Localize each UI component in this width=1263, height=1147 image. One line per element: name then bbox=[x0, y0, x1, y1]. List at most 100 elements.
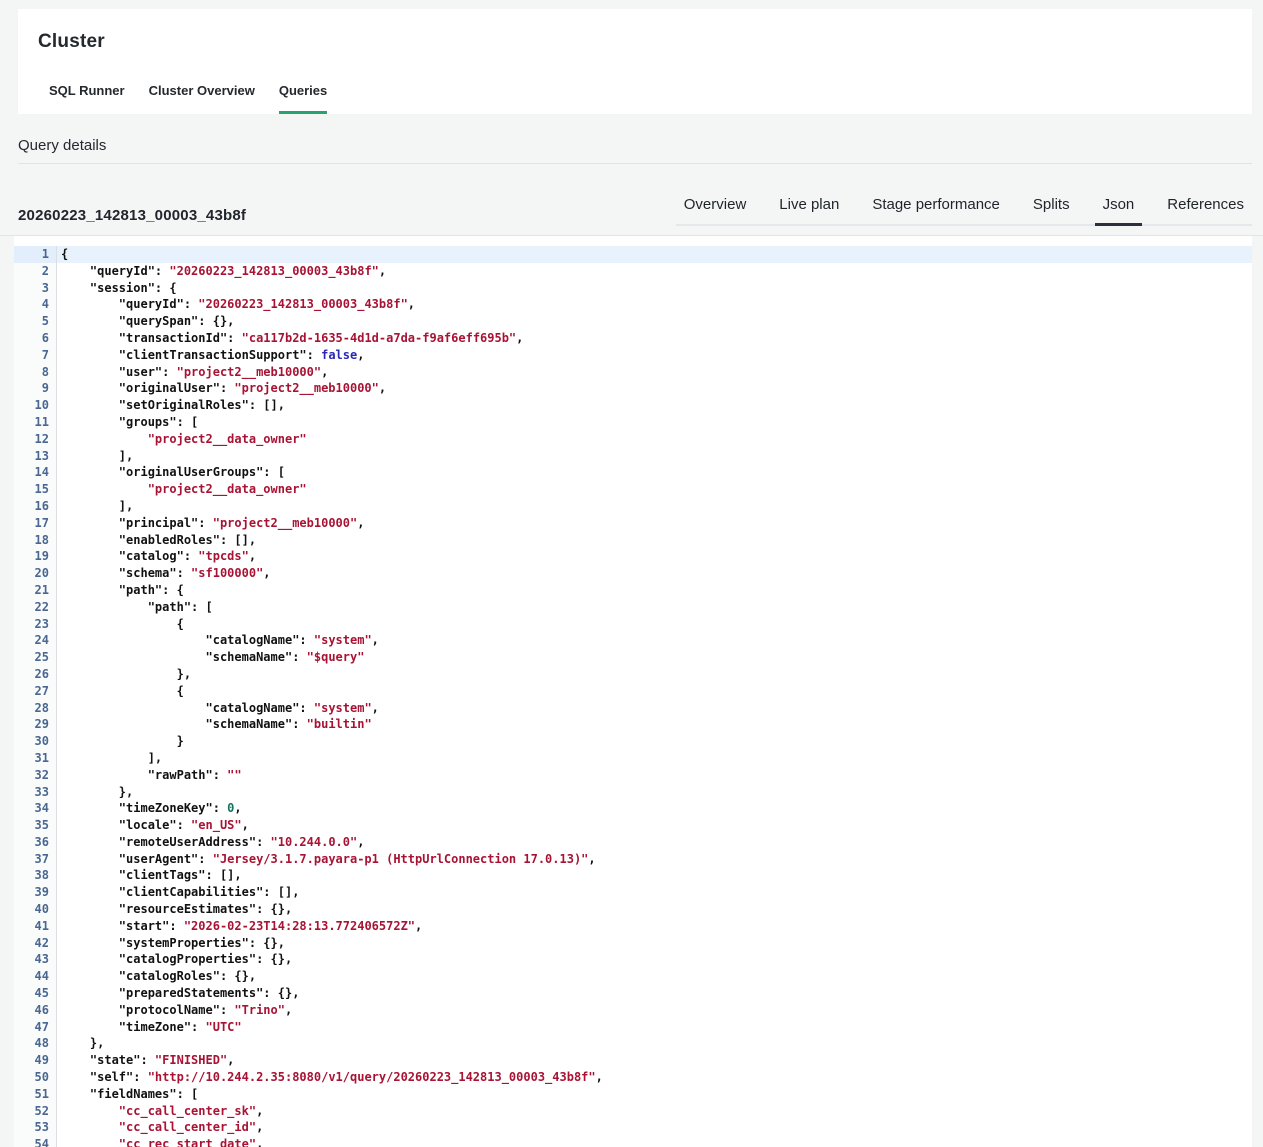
code-line: 45 "preparedStatements": {}, bbox=[14, 985, 1252, 1002]
line-number: 15 bbox=[14, 481, 57, 498]
line-content: "protocolName": "Trino", bbox=[57, 1002, 292, 1019]
line-content: "groups": [ bbox=[57, 414, 198, 431]
tab-references[interactable]: References bbox=[1159, 196, 1252, 226]
line-number: 54 bbox=[14, 1136, 57, 1147]
line-number: 30 bbox=[14, 733, 57, 750]
code-line: 20 "schema": "sf100000", bbox=[14, 565, 1252, 582]
line-number: 20 bbox=[14, 565, 57, 582]
code-line: 40 "resourceEstimates": {}, bbox=[14, 901, 1252, 918]
code-line: 35 "locale": "en_US", bbox=[14, 817, 1252, 834]
line-content: "catalogProperties": {}, bbox=[57, 951, 292, 968]
code-line: 17 "principal": "project2__meb10000", bbox=[14, 515, 1252, 532]
tab-live-plan[interactable]: Live plan bbox=[771, 196, 847, 226]
code-line: 9 "originalUser": "project2__meb10000", bbox=[14, 380, 1252, 397]
line-content: "originalUser": "project2__meb10000", bbox=[57, 380, 386, 397]
code-line: 39 "clientCapabilities": [], bbox=[14, 884, 1252, 901]
line-number: 11 bbox=[14, 414, 57, 431]
line-number: 48 bbox=[14, 1035, 57, 1052]
line-content: "clientTags": [], bbox=[57, 867, 242, 884]
line-content: ], bbox=[57, 750, 162, 767]
line-number: 8 bbox=[14, 364, 57, 381]
code-line: 18 "enabledRoles": [], bbox=[14, 532, 1252, 549]
line-number: 7 bbox=[14, 347, 57, 364]
line-number: 26 bbox=[14, 666, 57, 683]
code-line: 22 "path": [ bbox=[14, 599, 1252, 616]
line-content: "schema": "sf100000", bbox=[57, 565, 271, 582]
line-number: 14 bbox=[14, 464, 57, 481]
line-number: 22 bbox=[14, 599, 57, 616]
tab-sql-runner[interactable]: SQL Runner bbox=[49, 83, 125, 114]
line-content: "querySpan": {}, bbox=[57, 313, 234, 330]
line-content: "path": { bbox=[57, 582, 184, 599]
line-number: 9 bbox=[14, 380, 57, 397]
tab-stage-performance[interactable]: Stage performance bbox=[864, 196, 1008, 226]
code-line: 15 "project2__data_owner" bbox=[14, 481, 1252, 498]
code-line: 54 "cc_rec_start_date", bbox=[14, 1136, 1252, 1147]
line-content: "locale": "en_US", bbox=[57, 817, 249, 834]
line-content: "user": "project2__meb10000", bbox=[57, 364, 328, 381]
line-content: }, bbox=[57, 1035, 104, 1052]
code-line: 12 "project2__data_owner" bbox=[14, 431, 1252, 448]
code-line: 21 "path": { bbox=[14, 582, 1252, 599]
code-line: 25 "schemaName": "$query" bbox=[14, 649, 1252, 666]
header-tabs: SQL Runner Cluster Overview Queries bbox=[49, 83, 327, 114]
line-number: 52 bbox=[14, 1103, 57, 1120]
line-content: "queryId": "20260223_142813_00003_43b8f"… bbox=[57, 263, 386, 280]
line-content: "preparedStatements": {}, bbox=[57, 985, 299, 1002]
code-line: 16 ], bbox=[14, 498, 1252, 515]
line-number: 50 bbox=[14, 1069, 57, 1086]
tab-queries[interactable]: Queries bbox=[279, 83, 327, 114]
code-line: 31 ], bbox=[14, 750, 1252, 767]
line-number: 2 bbox=[14, 263, 57, 280]
line-number: 42 bbox=[14, 935, 57, 952]
code-line: 11 "groups": [ bbox=[14, 414, 1252, 431]
tab-cluster-overview[interactable]: Cluster Overview bbox=[149, 83, 255, 114]
line-content: "userAgent": "Jersey/3.1.7.payara-p1 (Ht… bbox=[57, 851, 596, 868]
code-line: 26 }, bbox=[14, 666, 1252, 683]
code-line: 38 "clientTags": [], bbox=[14, 867, 1252, 884]
line-number: 45 bbox=[14, 985, 57, 1002]
query-tabs: Overview Live plan Stage performance Spl… bbox=[676, 196, 1252, 226]
code-line: 36 "remoteUserAddress": "10.244.0.0", bbox=[14, 834, 1252, 851]
line-number: 39 bbox=[14, 884, 57, 901]
line-number: 5 bbox=[14, 313, 57, 330]
line-number: 16 bbox=[14, 498, 57, 515]
code-line: 41 "start": "2026-02-23T14:28:13.7724065… bbox=[14, 918, 1252, 935]
line-number: 23 bbox=[14, 616, 57, 633]
line-content: } bbox=[57, 733, 184, 750]
page-title: Query details bbox=[18, 137, 106, 154]
line-content: "project2__data_owner" bbox=[57, 431, 307, 448]
line-number: 27 bbox=[14, 683, 57, 700]
code-editor[interactable]: 1{2 "queryId": "20260223_142813_00003_43… bbox=[14, 236, 1252, 1147]
line-content: "state": "FINISHED", bbox=[57, 1052, 234, 1069]
line-number: 44 bbox=[14, 968, 57, 985]
line-number: 17 bbox=[14, 515, 57, 532]
line-number: 29 bbox=[14, 716, 57, 733]
code-line: 28 "catalogName": "system", bbox=[14, 700, 1252, 717]
code-line: 37 "userAgent": "Jersey/3.1.7.payara-p1 … bbox=[14, 851, 1252, 868]
tab-overview[interactable]: Overview bbox=[676, 196, 755, 226]
line-number: 25 bbox=[14, 649, 57, 666]
line-number: 3 bbox=[14, 280, 57, 297]
query-id-title: 20260223_142813_00003_43b8f bbox=[18, 207, 246, 224]
code-line: 5 "querySpan": {}, bbox=[14, 313, 1252, 330]
line-number: 33 bbox=[14, 784, 57, 801]
line-content: "enabledRoles": [], bbox=[57, 532, 256, 549]
tab-splits[interactable]: Splits bbox=[1025, 196, 1078, 226]
line-content: }, bbox=[57, 784, 133, 801]
code-line: 10 "setOriginalRoles": [], bbox=[14, 397, 1252, 414]
line-number: 51 bbox=[14, 1086, 57, 1103]
line-content: "originalUserGroups": [ bbox=[57, 464, 285, 481]
app-title: Cluster bbox=[38, 31, 105, 53]
tab-json[interactable]: Json bbox=[1095, 196, 1143, 226]
line-content: "queryId": "20260223_142813_00003_43b8f"… bbox=[57, 296, 415, 313]
line-number: 36 bbox=[14, 834, 57, 851]
code-line: 46 "protocolName": "Trino", bbox=[14, 1002, 1252, 1019]
line-number: 12 bbox=[14, 431, 57, 448]
code-line: 19 "catalog": "tpcds", bbox=[14, 548, 1252, 565]
line-number: 6 bbox=[14, 330, 57, 347]
header-card: Cluster SQL Runner Cluster Overview Quer… bbox=[18, 9, 1252, 114]
code-line: 7 "clientTransactionSupport": false, bbox=[14, 347, 1252, 364]
code-line: 8 "user": "project2__meb10000", bbox=[14, 364, 1252, 381]
line-content: "catalogName": "system", bbox=[57, 632, 379, 649]
